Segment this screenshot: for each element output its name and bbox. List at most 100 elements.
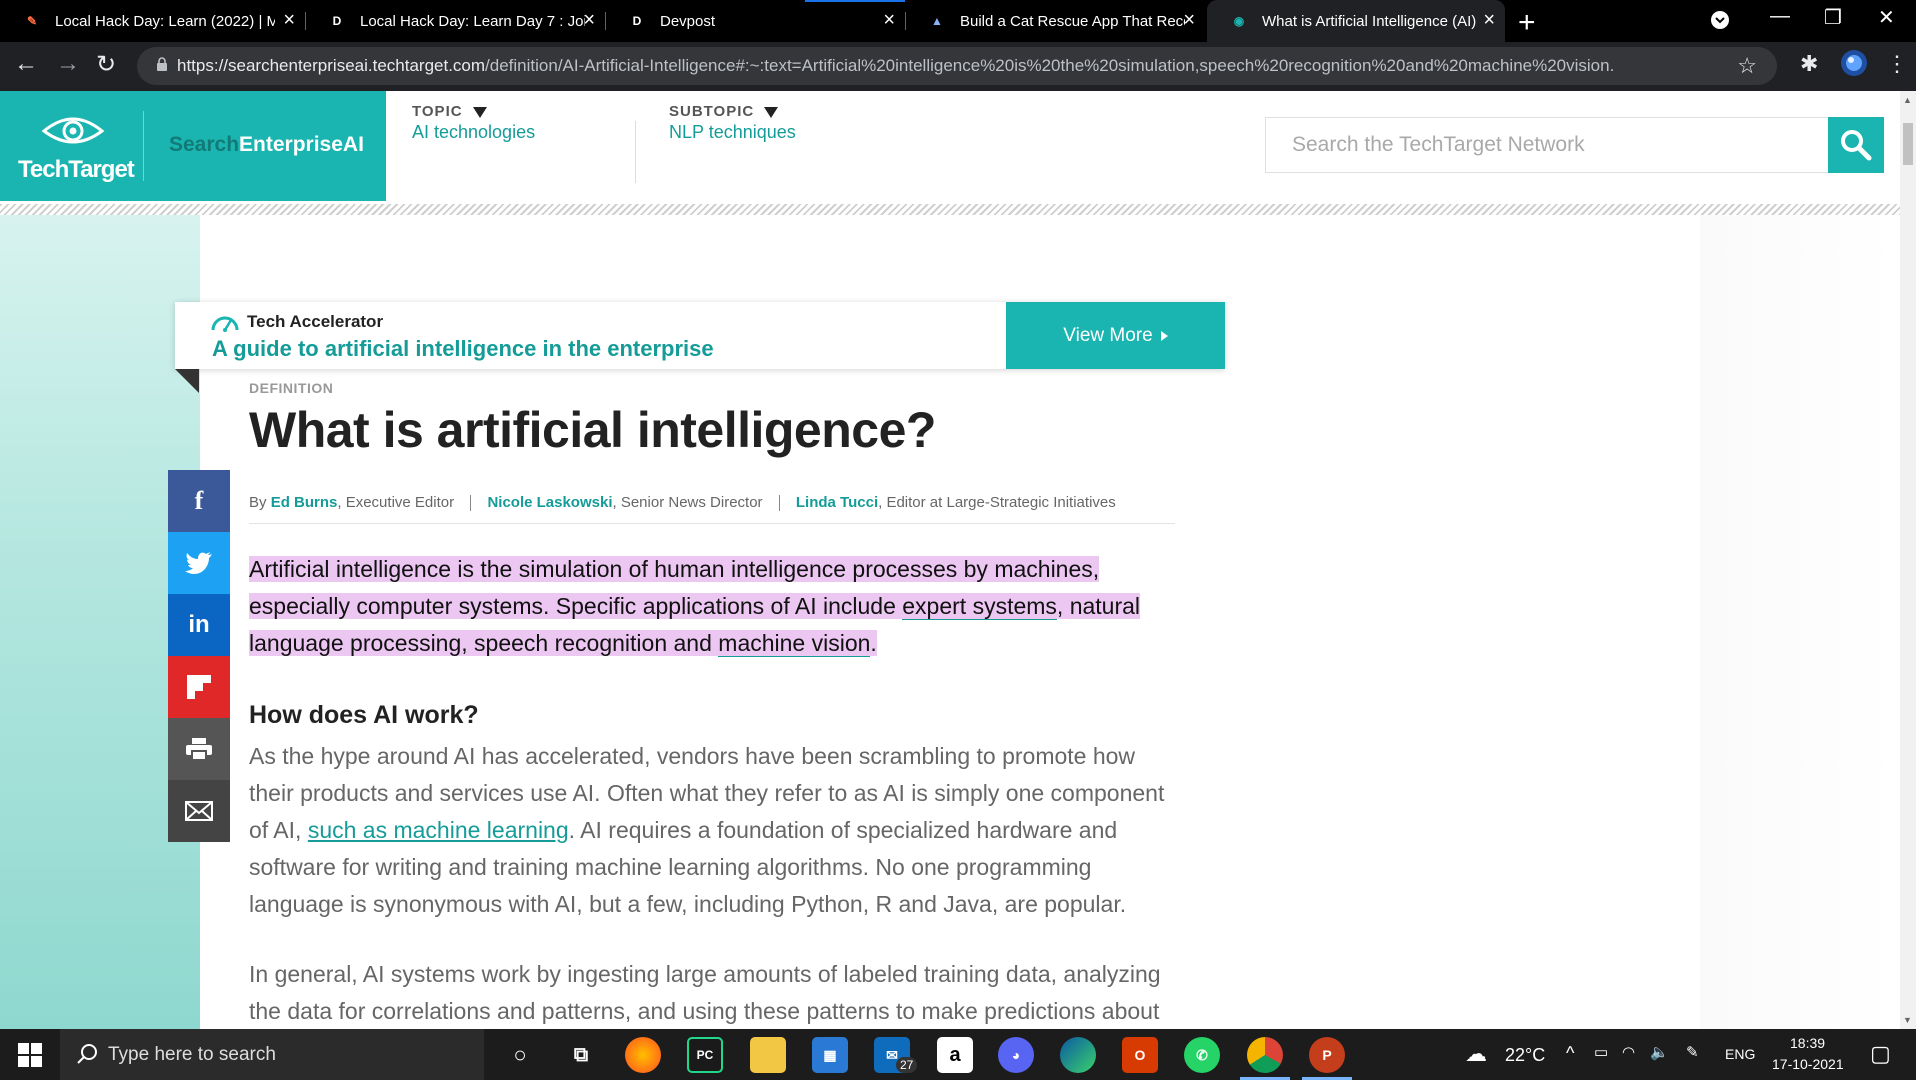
page-scrollbar[interactable]: ▲ ▼	[1900, 91, 1916, 1029]
restore-icon[interactable]: ❐	[1824, 5, 1842, 30]
tab-title: Build a Cat Rescue App That Reco	[960, 12, 1185, 30]
url-text: https://searchenterpriseai.techtarget.co…	[177, 56, 1615, 75]
tab-search-icon[interactable]	[1710, 10, 1730, 36]
definition-kicker: DEFINITION	[249, 380, 334, 396]
scroll-down-icon[interactable]: ▼	[1903, 1015, 1912, 1025]
close-tab-icon[interactable]: ×	[283, 9, 295, 32]
powerpoint-icon[interactable]: P	[1309, 1037, 1345, 1073]
weather-cloud-icon[interactable]: ☁	[1465, 1041, 1487, 1067]
firefox-icon[interactable]	[625, 1037, 661, 1073]
search-button[interactable]	[1828, 117, 1884, 173]
address-bar[interactable]: https://searchenterpriseai.techtarget.co…	[137, 47, 1777, 85]
topic-dropdown[interactable]: TOPIC AI technologies	[412, 103, 535, 143]
expert-systems-link[interactable]: expert systems	[902, 593, 1057, 620]
task-view-icon[interactable]: ⧉	[563, 1037, 599, 1073]
author-link[interactable]: Nicole Laskowski	[487, 494, 612, 511]
extensions-puzzle-icon[interactable]: ✱	[1800, 51, 1818, 77]
volume-icon[interactable]: 🔈	[1650, 1043, 1669, 1061]
print-icon	[186, 738, 212, 760]
caret-down-icon	[764, 106, 779, 118]
reload-icon[interactable]: ↻	[96, 50, 116, 79]
close-window-icon[interactable]: ✕	[1878, 5, 1895, 30]
pycharm-icon[interactable]: PC	[687, 1037, 723, 1073]
flipboard-share-button[interactable]	[168, 656, 230, 718]
close-tab-icon[interactable]: ×	[883, 9, 895, 32]
temperature[interactable]: 22°C	[1505, 1045, 1545, 1066]
search-icon	[77, 1044, 97, 1064]
minimize-icon[interactable]: —	[1770, 5, 1790, 28]
amazon-icon[interactable]: a	[937, 1037, 973, 1073]
subtopic-value[interactable]: NLP techniques	[669, 122, 796, 143]
web-page: TechTarget SearchEnterpriseAI TOPIC AI t…	[0, 91, 1916, 1029]
language-indicator[interactable]: ENG	[1725, 1046, 1755, 1062]
eye-logo-icon	[41, 117, 105, 144]
article-headline: What is artificial intelligence?	[249, 402, 936, 458]
print-button[interactable]	[168, 718, 230, 780]
machine-learning-link[interactable]: such as machine learning	[308, 817, 569, 843]
forward-icon[interactable]: →	[56, 50, 80, 78]
close-tab-icon[interactable]: ×	[583, 9, 595, 32]
lede-paragraph: Artificial intelligence is the simulatio…	[249, 556, 1141, 657]
twitter-icon	[185, 552, 212, 574]
scroll-up-icon[interactable]: ▲	[1903, 95, 1912, 105]
notifications-icon[interactable]: ▢	[1870, 1041, 1891, 1067]
section-heading: How does AI work?	[249, 701, 479, 729]
body-paragraph: In general, AI systems work by ingesting…	[249, 961, 1161, 1024]
profile-avatar[interactable]	[1840, 49, 1868, 83]
tab-mlh-learn[interactable]: ✎ Local Hack Day: Learn (2022) | M ×	[0, 0, 305, 42]
body-paragraph: As the hype around AI has accelerated, v…	[249, 743, 1165, 917]
pen-icon[interactable]: ✎	[1686, 1043, 1699, 1061]
chrome-menu-icon[interactable]: ⋮	[1886, 51, 1908, 77]
byline: By Ed Burns, Executive Editor Nicole Las…	[249, 494, 1175, 524]
back-icon[interactable]: ←	[14, 50, 38, 78]
edge-icon[interactable]	[1060, 1037, 1096, 1073]
file-explorer-icon[interactable]	[750, 1037, 786, 1073]
site-brand[interactable]: TechTarget SearchEnterpriseAI	[0, 91, 386, 201]
new-tab-icon[interactable]: +	[1518, 6, 1536, 40]
subtopic-dropdown[interactable]: SUBTOPIC NLP techniques	[669, 103, 796, 143]
search-icon	[1841, 130, 1872, 161]
cortana-icon[interactable]: ○	[502, 1037, 538, 1073]
tray-chevron-icon[interactable]: ^	[1566, 1043, 1574, 1064]
speedometer-icon	[211, 316, 239, 332]
clock-date[interactable]: 17-10-2021	[1772, 1056, 1844, 1072]
tab-what-is-ai[interactable]: ◉ What is Artificial Intelligence (AI) ×	[1207, 0, 1505, 42]
tab-lhd-day7[interactable]: D Local Hack Day: Learn Day 7 : Joi ×	[305, 0, 605, 42]
mlh-favicon-icon: ✎	[26, 14, 38, 28]
battery-icon[interactable]: ▭	[1594, 1043, 1608, 1061]
email-icon	[185, 801, 213, 821]
view-more-button[interactable]: View More	[1006, 302, 1225, 369]
site-name[interactable]: SearchEnterpriseAI	[169, 133, 364, 157]
linkedin-share-button[interactable]: in	[168, 594, 230, 656]
chrome-icon[interactable]	[1247, 1037, 1283, 1073]
clock-time[interactable]: 18:39	[1790, 1035, 1825, 1051]
close-tab-icon[interactable]: ×	[1183, 9, 1195, 32]
microsoft-store-icon[interactable]: ▦	[812, 1037, 848, 1073]
scroll-thumb[interactable]	[1903, 123, 1913, 165]
machine-vision-link[interactable]: machine vision	[718, 630, 871, 657]
email-share-button[interactable]	[168, 780, 230, 842]
office-icon[interactable]: O	[1122, 1037, 1158, 1073]
taskbar-search-placeholder: Type here to search	[108, 1043, 276, 1065]
author-link[interactable]: Ed Burns	[271, 494, 338, 511]
close-tab-icon[interactable]: ×	[1483, 9, 1495, 32]
subtopic-label: SUBTOPIC	[669, 103, 796, 120]
wifi-icon[interactable]: ◠	[1622, 1043, 1635, 1061]
topic-value[interactable]: AI technologies	[412, 122, 535, 143]
whatsapp-icon[interactable]: ✆	[1184, 1037, 1220, 1073]
taskbar-search[interactable]: Type here to search	[60, 1029, 484, 1080]
twitter-share-button[interactable]	[168, 532, 230, 594]
tab-devpost[interactable]: D Devpost ×	[605, 0, 905, 42]
techtarget-favicon-icon: ◉	[1233, 14, 1245, 28]
discord-icon[interactable]: ◕	[998, 1037, 1034, 1073]
facebook-share-button[interactable]: f	[168, 470, 230, 532]
windows-start-icon[interactable]	[18, 1043, 42, 1067]
author-link[interactable]: Linda Tucci	[796, 494, 878, 511]
bookmark-star-icon[interactable]: ☆	[1737, 53, 1757, 79]
search-input[interactable]	[1266, 118, 1828, 172]
tab-cat-rescue[interactable]: ▲ Build a Cat Rescue App That Reco ×	[905, 0, 1205, 42]
devpost-favicon-icon: D	[332, 14, 342, 28]
right-decor	[1700, 215, 1900, 1029]
accelerator-title[interactable]: A guide to artificial intelligence in th…	[212, 336, 714, 362]
techtarget-logo[interactable]: TechTarget	[18, 113, 135, 185]
